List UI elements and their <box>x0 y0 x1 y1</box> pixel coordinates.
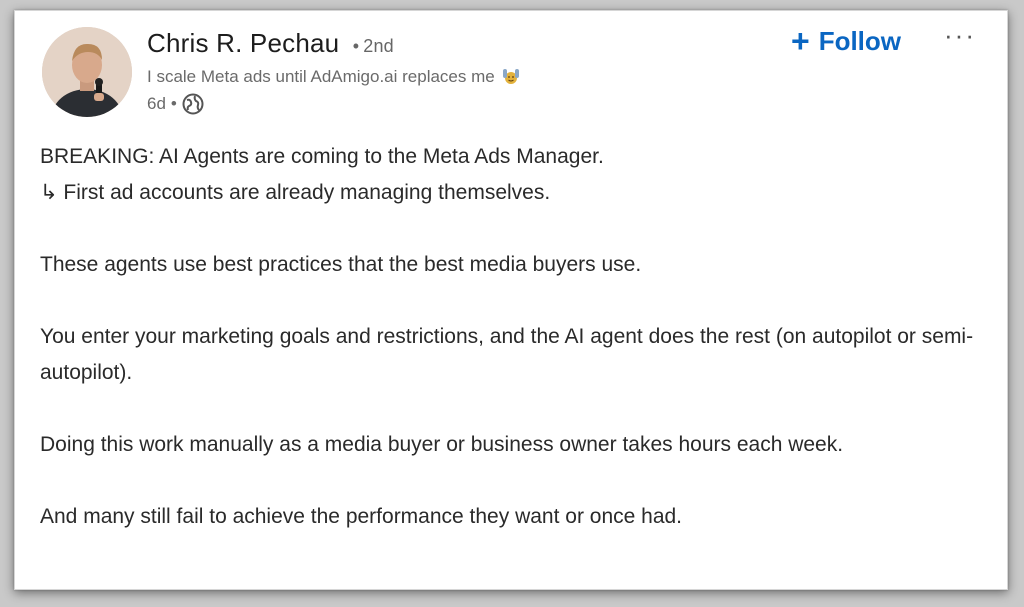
raising-hands-emoji-icon <box>501 66 521 91</box>
post-line: ↳ First ad accounts are already managing… <box>40 181 551 204</box>
post-card: Chris R. Pechau • 2nd I scale Meta ads un… <box>14 10 1008 590</box>
degree-label: 2nd <box>363 36 394 56</box>
separator-dot: • <box>352 36 360 56</box>
avatar[interactable] <box>42 27 132 117</box>
post-line: BREAKING: AI Agents are coming to the Me… <box>40 145 604 168</box>
follow-button[interactable]: + Follow <box>791 25 901 57</box>
author-name[interactable]: Chris R. Pechau <box>147 28 339 58</box>
follow-label: Follow <box>818 25 902 56</box>
connection-degree: • 2nd <box>347 36 394 56</box>
post-line: You enter your marketing goals and restr… <box>40 325 974 384</box>
avatar-photo <box>42 27 132 117</box>
post-line: And many still fail to achieve the perfo… <box>40 505 683 528</box>
more-options-button[interactable]: ··· <box>944 20 976 51</box>
globe-icon <box>182 93 204 115</box>
plus-icon: + <box>791 23 810 59</box>
post-meta: 6d • <box>147 93 204 115</box>
post-body: BREAKING: AI Agents are coming to the Me… <box>40 139 990 535</box>
headline-text: I scale Meta ads until AdAmigo.ai replac… <box>147 67 495 86</box>
post-line: Doing this work manually as a media buye… <box>40 433 844 456</box>
author-headline: I scale Meta ads until AdAmigo.ai replac… <box>147 66 521 91</box>
post-age: 6d <box>147 94 166 113</box>
separator-dot: • <box>170 94 177 113</box>
post-line: These agents use best practices that the… <box>40 253 642 276</box>
author-line: Chris R. Pechau • 2nd <box>147 28 394 59</box>
